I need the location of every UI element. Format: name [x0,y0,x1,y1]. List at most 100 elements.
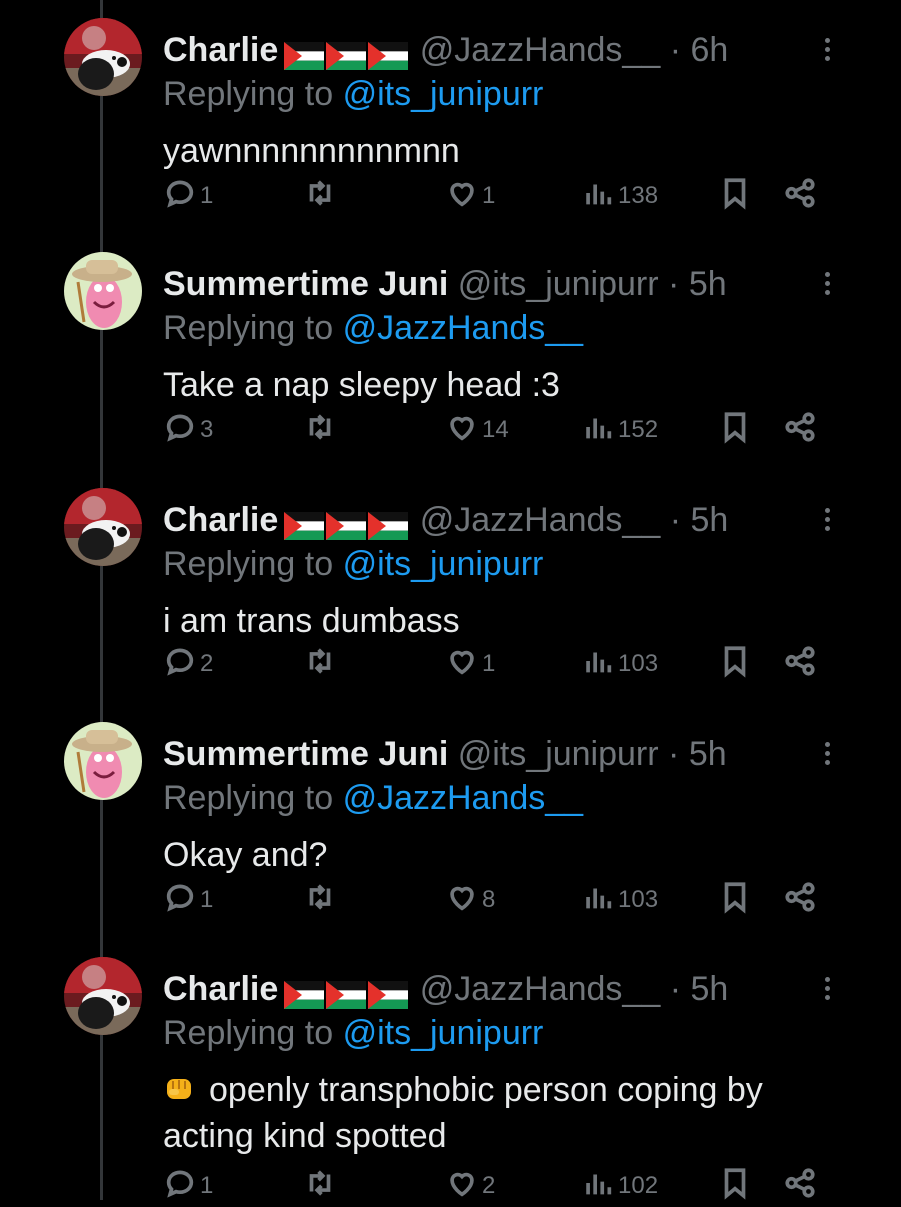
views-button[interactable]: 102 [581,1168,658,1204]
reply-post[interactable]: Charlie @JazzHands__ · 5h Replying to @it… [0,488,901,723]
retweet-button[interactable] [303,178,340,214]
replying-to: Replying to @its_junipurr [163,544,543,584]
display-name[interactable]: Charlie [163,31,278,69]
views-button[interactable]: 103 [581,882,658,918]
post-text-container: i am trans dumbass [163,598,853,644]
bookmark-button[interactable] [718,1167,752,1204]
reply-post[interactable]: Charlie @JazzHands__ · 6h Replying to @it… [0,18,901,253]
bookmark-button[interactable] [718,411,752,448]
reply-button[interactable]: 1 [163,1168,213,1204]
post-text: Take a nap sleepy head :3 [163,366,560,404]
reply-post[interactable]: Summertime Juni @its_junipurr · 5h Replyi… [0,252,901,487]
user-handle[interactable]: @its_junipurr [458,735,659,773]
replying-to-label: Replying to [163,545,334,583]
like-button[interactable]: 14 [445,412,509,448]
views-bar-chart-icon [581,410,615,451]
palestine-flag-icon [326,42,367,71]
reply-count: 1 [200,182,214,209]
post-time[interactable]: 5h [690,970,728,1008]
bookmark-icon [718,880,752,921]
reply-post[interactable]: Summertime Juni @its_junipurr · 5h Replyi… [0,722,901,957]
mention-link[interactable]: @JazzHands__ [343,779,584,817]
avatar[interactable] [64,18,142,96]
user-handle[interactable]: @JazzHands__ [420,31,661,69]
oncoming-fist-emoji [167,1079,191,1099]
like-count: 8 [482,886,496,913]
display-name[interactable]: Summertime Juni [163,265,448,303]
post-text-container: openly transphobic person coping by acti… [163,1067,853,1159]
post-text-container: yawnnnnnnnnnmnn [163,128,853,174]
bookmark-button[interactable] [718,177,752,214]
replying-to-label: Replying to [163,1014,334,1052]
view-count: 102 [618,1172,659,1199]
mention-link[interactable]: @its_junipurr [343,75,544,113]
user-handle[interactable]: @its_junipurr [458,265,659,303]
user-handle[interactable]: @JazzHands__ [420,970,661,1008]
reply-button[interactable]: 1 [163,178,213,214]
more-vertical-icon[interactable] [821,504,833,536]
views-button[interactable]: 103 [581,646,658,682]
retweet-button[interactable] [303,646,340,682]
reply-button[interactable]: 1 [163,882,213,918]
separator-dot: · [669,501,682,539]
like-button[interactable]: 1 [445,178,495,214]
palestine-flag-icon [326,512,367,541]
heart-icon [445,176,479,217]
like-button[interactable]: 2 [445,1168,495,1204]
post-time[interactable]: 5h [690,501,728,539]
like-button[interactable]: 8 [445,882,495,918]
display-name[interactable]: Charlie [163,970,278,1008]
retweet-button[interactable] [303,882,340,918]
avatar[interactable] [64,488,142,566]
more-vertical-icon[interactable] [821,973,833,1005]
views-button[interactable]: 138 [581,178,658,214]
palestine-flag-icon [284,42,325,71]
reply-bubble-icon [163,410,197,451]
retweet-icon [303,1166,337,1207]
retweet-button[interactable] [303,1168,340,1204]
display-name[interactable]: Charlie [163,501,278,539]
reply-bubble-icon [163,1166,197,1207]
share-icon [783,176,817,217]
post-time[interactable]: 5h [689,735,727,773]
reply-post[interactable]: Charlie @JazzHands__ · 5h Replying to @it… [0,957,901,1200]
views-bar-chart-icon [581,644,615,685]
action-bar: 1 8 103 [163,880,901,921]
reply-bubble-icon [163,644,197,685]
views-bar-chart-icon [581,176,615,217]
reply-button[interactable]: 2 [163,646,213,682]
more-vertical-icon[interactable] [821,34,833,66]
reply-button[interactable]: 3 [163,412,213,448]
like-count: 14 [482,416,509,443]
share-button[interactable] [783,645,817,682]
more-vertical-icon[interactable] [821,738,833,770]
bookmark-button[interactable] [718,645,752,682]
avatar[interactable] [64,957,142,1035]
share-button[interactable] [783,411,817,448]
share-button[interactable] [783,881,817,918]
retweet-icon [303,176,337,217]
post-header: Summertime Juni @its_junipurr · 5h [163,734,821,774]
more-vertical-icon[interactable] [821,268,833,300]
user-handle[interactable]: @JazzHands__ [420,501,661,539]
display-name[interactable]: Summertime Juni [163,735,448,773]
views-button[interactable]: 152 [581,412,658,448]
retweet-icon [303,644,337,685]
post-time[interactable]: 5h [689,265,727,303]
share-button[interactable] [783,176,817,217]
mention-link[interactable]: @its_junipurr [343,545,544,583]
bookmark-button[interactable] [718,880,752,921]
mention-link[interactable]: @its_junipurr [343,1014,544,1052]
retweet-button[interactable] [303,412,340,448]
avatar[interactable] [64,722,142,800]
like-button[interactable]: 1 [445,646,495,682]
post-time[interactable]: 6h [690,31,728,69]
mention-link[interactable]: @JazzHands__ [343,309,584,347]
palestine-flag-icon [284,981,325,1010]
action-bar: 2 1 103 [163,645,901,682]
share-button[interactable] [783,1167,817,1204]
heart-icon [445,1166,479,1207]
views-bar-chart-icon [581,880,615,921]
avatar[interactable] [64,252,142,330]
reply-count: 2 [200,650,214,677]
